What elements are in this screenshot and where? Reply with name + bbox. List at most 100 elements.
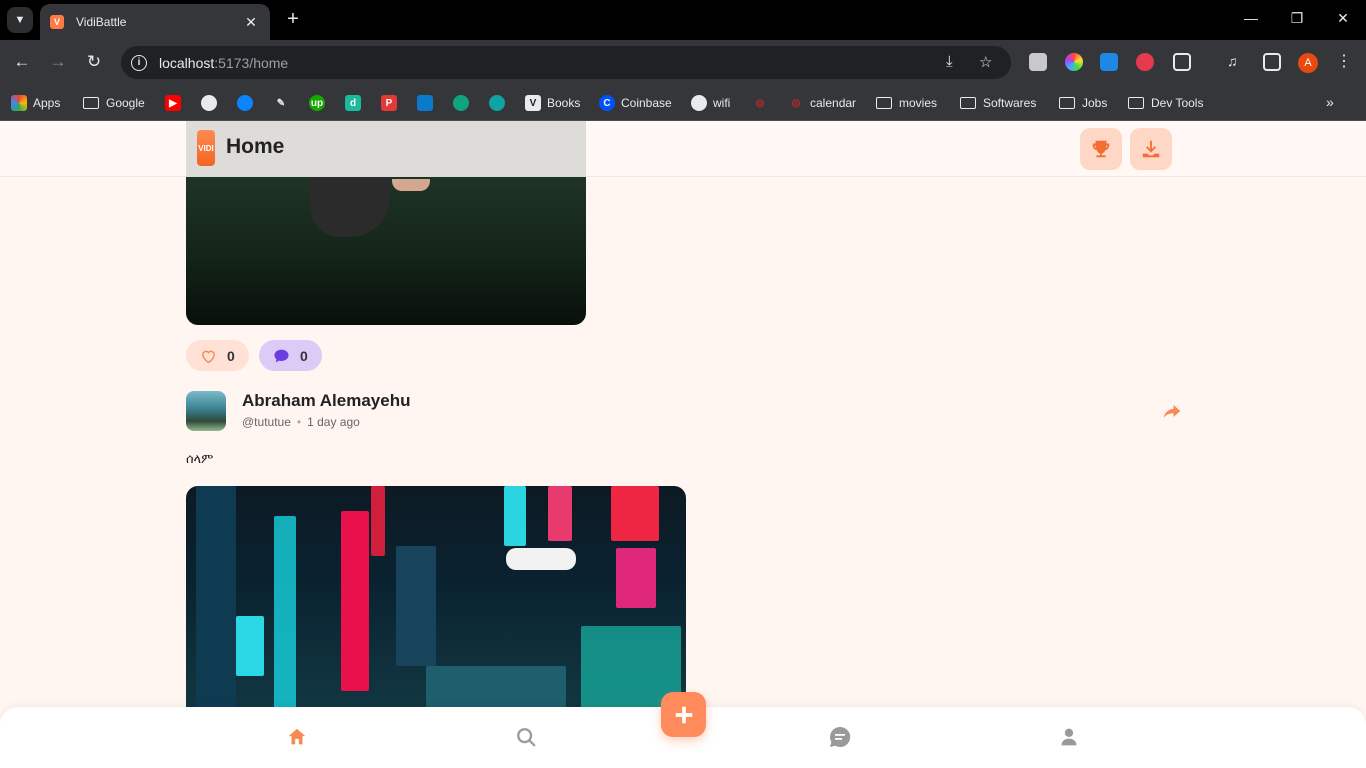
author-handle[interactable]: @tututue	[242, 415, 291, 429]
meta-separator: •	[296, 415, 302, 429]
back-arrow-icon[interactable]: ←	[11, 52, 33, 72]
post-time: 1 day ago	[307, 415, 360, 429]
neon-sign	[371, 486, 385, 556]
author-avatar[interactable]	[186, 391, 226, 431]
trophy-icon	[1092, 140, 1110, 158]
address-bar[interactable]: i localhost:5173/home ⤓ ☆	[121, 46, 1011, 79]
neon-sign	[274, 516, 296, 716]
app-header: VIDI Home	[0, 121, 1366, 177]
bookmark-movies[interactable]: movies	[876, 95, 937, 111]
bookmark-coinbase[interactable]: C Coinbase	[599, 95, 672, 111]
cloud-icon	[237, 95, 253, 111]
share-icon	[1163, 405, 1181, 418]
reload-icon[interactable]: ↻	[83, 52, 105, 72]
share-button[interactable]	[1163, 403, 1181, 424]
profile-avatar[interactable]: A	[1298, 53, 1318, 73]
nav-home[interactable]	[285, 725, 309, 749]
media-controls-icon[interactable]: ♫	[1227, 53, 1245, 71]
calendar-app-icon: ◎	[791, 97, 801, 109]
close-tab-icon[interactable]: ✕	[242, 14, 260, 31]
nav-profile[interactable]	[1057, 725, 1081, 749]
author-name[interactable]: Abraham Alemayehu	[242, 391, 410, 411]
bookmark-apps[interactable]: Apps	[11, 95, 60, 111]
folder-icon	[83, 97, 99, 109]
bookmark-chatgpt[interactable]	[453, 95, 475, 111]
user-icon	[1061, 728, 1077, 746]
browser-tab-active[interactable]: V VidiBattle ✕	[40, 4, 270, 40]
bookmark-circle[interactable]	[489, 95, 511, 111]
folder-icon	[1059, 97, 1075, 109]
comment-icon	[274, 349, 289, 362]
globe-icon	[691, 95, 707, 111]
extensions-puzzle-icon[interactable]	[1173, 53, 1191, 71]
chat-icon	[830, 726, 851, 747]
bookmark-calendar[interactable]: ◎ calendar	[788, 95, 856, 111]
like-count: 0	[227, 347, 235, 364]
vidibattle-favicon-icon: V	[50, 15, 64, 29]
pen-icon: ✎	[276, 97, 286, 109]
page-title: Home	[226, 135, 285, 158]
extension-icon[interactable]	[1136, 53, 1154, 71]
forward-arrow-icon[interactable]: →	[47, 52, 69, 72]
upwork-icon: up	[309, 95, 325, 111]
neon-sign	[506, 548, 576, 570]
restore-window-icon[interactable]: ❐	[1287, 10, 1307, 27]
bookmark-vscode[interactable]	[417, 95, 439, 111]
folder-icon	[1128, 97, 1144, 109]
side-panel-icon[interactable]	[1263, 53, 1281, 71]
p-app-icon: P	[381, 95, 397, 111]
neon-sign	[611, 486, 659, 541]
more-bookmarks-chevron-icon[interactable]: »	[1326, 94, 1334, 110]
neon-sign	[504, 486, 526, 546]
github-icon	[201, 95, 217, 111]
plus-icon	[675, 706, 692, 723]
address-url[interactable]: localhost:5173/home	[159, 55, 288, 71]
download-icon	[1142, 140, 1160, 158]
extension-icon[interactable]	[1029, 53, 1047, 71]
folder-icon	[960, 97, 976, 109]
tab-title: VidiBattle	[76, 15, 127, 29]
bookmark-onedrive[interactable]	[237, 95, 259, 111]
leaderboard-button[interactable]	[1080, 128, 1122, 170]
create-post-button[interactable]	[661, 692, 706, 737]
bookmark-red-app[interactable]: ◎	[752, 95, 774, 111]
nav-search[interactable]	[514, 725, 538, 749]
bookmark-jobs[interactable]: Jobs	[1059, 95, 1107, 111]
post-image[interactable]	[186, 486, 686, 726]
coinbase-icon: C	[599, 95, 615, 111]
bookmark-star-icon[interactable]: ☆	[979, 53, 992, 71]
bookmark-wifi[interactable]: wifi	[691, 95, 730, 111]
bookmark-dev-tools[interactable]: Dev Tools	[1128, 95, 1203, 111]
previous-post-image[interactable]	[186, 177, 586, 325]
bookmark-books[interactable]: V Books	[525, 95, 580, 111]
install-app-button[interactable]	[1130, 128, 1172, 170]
install-app-icon[interactable]: ⤓	[946, 53, 953, 70]
bookmark-softwares[interactable]: Softwares	[960, 95, 1036, 111]
bookmark-tool[interactable]: ✎	[273, 95, 295, 111]
minimize-window-icon[interactable]: —	[1241, 10, 1261, 26]
bookmark-youtube[interactable]: ▶	[165, 95, 187, 111]
bookmark-github[interactable]	[201, 95, 223, 111]
neon-sign	[196, 486, 236, 726]
figma-extension-icon[interactable]	[1100, 53, 1118, 71]
vscode-icon	[417, 95, 433, 111]
like-button[interactable]: 0	[186, 340, 249, 371]
comment-button[interactable]: 0	[259, 340, 322, 371]
bookmark-d[interactable]: d	[345, 95, 367, 111]
neon-sign	[548, 486, 572, 541]
circle-app-icon	[489, 95, 505, 111]
color-picker-extension-icon[interactable]	[1065, 53, 1083, 71]
browser-menu-icon[interactable]: ⋮	[1336, 51, 1352, 71]
bookmark-google[interactable]: Google	[83, 95, 145, 111]
search-icon	[517, 728, 536, 747]
new-tab-plus-icon[interactable]: +	[283, 9, 303, 29]
vidibattle-logo[interactable]: VIDI	[197, 130, 215, 166]
bookmark-upwork[interactable]: up	[309, 95, 331, 111]
neon-sign	[616, 548, 656, 608]
close-window-icon[interactable]: ✕	[1333, 10, 1353, 27]
tab-search-chevron-icon[interactable]: ▼	[7, 7, 33, 33]
nav-chat[interactable]	[828, 725, 852, 749]
bookmark-p[interactable]: P	[381, 95, 403, 111]
heart-icon	[202, 350, 215, 363]
site-info-icon[interactable]: i	[131, 54, 147, 71]
